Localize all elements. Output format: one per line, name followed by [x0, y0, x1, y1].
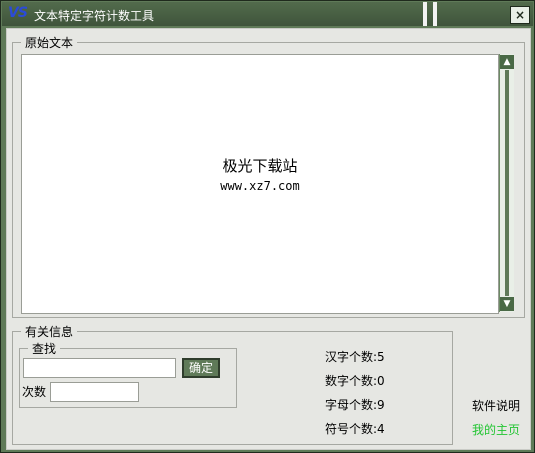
window-title: 文本特定字符计数工具 — [34, 9, 155, 23]
search-input[interactable] — [23, 358, 176, 378]
count-field[interactable] — [50, 382, 139, 402]
scroll-up-button[interactable]: ▲ — [500, 55, 514, 69]
hanzi-count: 汉字个数:5 — [325, 350, 385, 364]
titlebar-decoration — [423, 2, 445, 26]
app-window: VS 文本特定字符计数工具 × 原始文本 极光下载站 www.xz7.com ▲… — [0, 0, 535, 453]
scroll-down-button[interactable]: ▼ — [500, 297, 514, 311]
client-area: 原始文本 极光下载站 www.xz7.com ▲ ▼ 有关信息 查找 确定 次数… — [6, 28, 531, 450]
letter-count: 字母个数:9 — [325, 398, 385, 412]
app-logo: VS — [8, 5, 28, 21]
original-text-group: 原始文本 极光下载站 www.xz7.com ▲ ▼ — [12, 34, 525, 318]
find-group: 查找 确定 次数 — [19, 340, 237, 408]
info-legend: 有关信息 — [21, 323, 78, 340]
help-link[interactable]: 软件说明 — [472, 397, 520, 414]
original-text-area[interactable]: 极光下载站 www.xz7.com — [21, 54, 499, 314]
vertical-scrollbar[interactable]: ▲ ▼ — [499, 54, 514, 312]
text-content-line: 极光下载站 — [222, 157, 298, 175]
digit-count: 数字个数:0 — [325, 374, 385, 388]
scroll-track[interactable] — [505, 70, 509, 296]
info-group: 有关信息 查找 确定 次数 汉字个数:5 数字个数:0 字母个数:9 符号个数:… — [12, 323, 453, 445]
close-button[interactable]: × — [510, 6, 530, 24]
symbol-count: 符号个数:4 — [325, 422, 385, 436]
confirm-button[interactable]: 确定 — [182, 358, 220, 378]
homepage-link[interactable]: 我的主页 — [472, 421, 520, 438]
count-label: 次数 — [22, 385, 47, 399]
text-content-line: www.xz7.com — [220, 179, 300, 193]
original-text-legend: 原始文本 — [21, 34, 78, 51]
find-legend: 查找 — [28, 340, 61, 357]
title-bar[interactable]: VS 文本特定字符计数工具 × — [2, 2, 533, 26]
